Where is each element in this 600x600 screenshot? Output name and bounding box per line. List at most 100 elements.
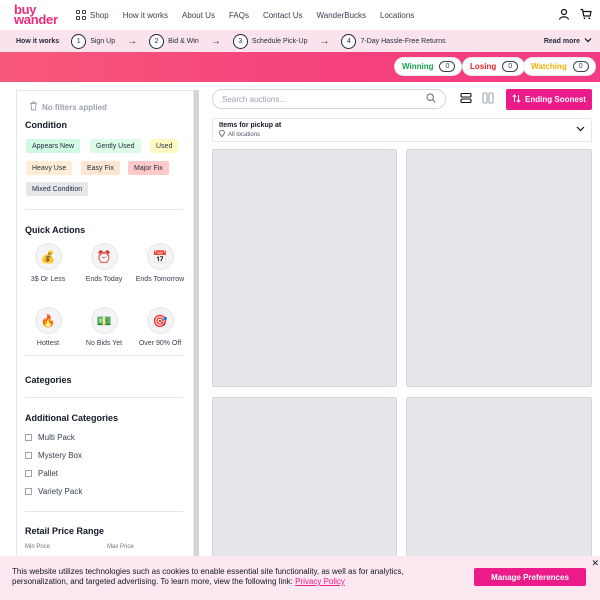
search-icon[interactable]	[426, 93, 436, 105]
chip-gently-used[interactable]: Gently Used	[90, 139, 141, 153]
sort-icon	[512, 94, 521, 105]
cookie-text-block: This website utilizes technologies such …	[12, 567, 452, 587]
read-more-label: Read more	[543, 37, 580, 45]
checkbox[interactable]	[25, 434, 32, 441]
shop-menu[interactable]: Shop	[76, 10, 109, 20]
nav-contact-us[interactable]: Contact Us	[263, 11, 303, 20]
checkbox[interactable]	[25, 452, 32, 459]
nav-how-it-works[interactable]: How it works	[123, 11, 168, 20]
trash-icon	[29, 101, 38, 113]
fire-icon: 🔥	[34, 307, 62, 334]
status-band: Winning 0 Losing 0 Watching 0	[0, 52, 600, 82]
checkbox-label: Multi Pack	[38, 433, 75, 442]
view-toggle	[455, 89, 499, 109]
checkbox[interactable]	[25, 470, 32, 477]
checkbox-label: Mystery Box	[38, 451, 83, 460]
arrow-right-icon: →	[319, 35, 330, 47]
auction-card-placeholder[interactable]	[212, 149, 397, 387]
step-number: 3	[232, 33, 248, 49]
how-it-works-title: How it works	[16, 37, 60, 45]
checkbox-pallet[interactable]: Pallet	[25, 469, 58, 478]
step-returns: 4 7-Day Hassle-Free Returns	[341, 33, 446, 49]
chip-mixed-condition[interactable]: Mixed Condition	[26, 182, 89, 196]
chip-easy-fix[interactable]: Easy Fix	[81, 161, 120, 175]
categories-title[interactable]: Categories	[25, 375, 72, 385]
target-icon: 🎯	[146, 307, 174, 334]
nav-wanderbucks[interactable]: WanderBucks	[317, 11, 367, 20]
divider	[25, 511, 183, 512]
how-it-works-bar: How it works 1 Sign Up → 2 Bid & Win → 3…	[0, 30, 600, 52]
quick-label: No Bids Yet	[85, 340, 123, 347]
auction-card-placeholder[interactable]	[212, 397, 397, 557]
retail-price-title: Retail Price Range	[25, 526, 105, 536]
quick-actions-title: Quick Actions	[25, 225, 86, 235]
quick-no-bids-yet[interactable]: 💵 No Bids Yet	[78, 307, 130, 349]
checkbox[interactable]	[25, 488, 32, 495]
min-price-label: Min Price	[25, 544, 51, 550]
alarm-clock-icon: ⏰	[90, 243, 118, 270]
watching-label: Watching	[531, 62, 567, 71]
losing-pill[interactable]: Losing 0	[462, 57, 526, 76]
money-bag-icon: 💰	[34, 243, 62, 270]
step-label: Bid & Win	[168, 37, 199, 45]
step-schedule-pickup: 3 Schedule Pick-Up	[232, 33, 307, 49]
chip-heavy-use[interactable]: Heavy Use	[26, 161, 73, 175]
privacy-policy-link[interactable]: Privacy Policy	[295, 577, 345, 586]
chip-major-fix[interactable]: Major Fix	[128, 161, 169, 175]
sidebar-scrollbar[interactable]	[194, 90, 199, 560]
checkbox-variety-pack[interactable]: Variety Pack	[25, 487, 82, 496]
arrow-right-icon: →	[127, 35, 138, 47]
divider	[25, 209, 183, 210]
auction-card-placeholder[interactable]	[406, 397, 592, 557]
auction-card-placeholder[interactable]	[406, 149, 592, 387]
checkbox-mystery-box[interactable]: Mystery Box	[25, 451, 82, 460]
chevron-down-icon	[584, 37, 592, 45]
quick-over-90-off[interactable]: 🎯 Over 90% Off	[134, 307, 186, 349]
arrow-right-icon: →	[210, 35, 221, 47]
winning-label: Winning	[402, 62, 434, 71]
condition-title: Condition	[25, 120, 67, 130]
list-view-icon[interactable]	[460, 92, 472, 106]
shop-label: Shop	[90, 10, 109, 20]
close-icon[interactable]: ✕	[591, 558, 599, 569]
grid-view-icon[interactable]	[482, 92, 494, 106]
max-price-label: Max Price	[107, 544, 134, 550]
chip-used[interactable]: Used	[150, 139, 179, 153]
step-sign-up: 1 Sign Up	[71, 33, 115, 49]
read-more-link[interactable]: Read more	[544, 37, 592, 45]
checkbox-multi-pack[interactable]: Multi Pack	[25, 433, 75, 442]
quick-label: Ends Tomorrow	[135, 276, 185, 283]
watching-pill[interactable]: Watching 0	[523, 57, 596, 76]
logo[interactable]: buy wander	[14, 3, 62, 26]
quick-3-or-less[interactable]: 💰 3$ Or Less	[22, 243, 74, 285]
step-label: 7-Day Hassle-Free Returns	[360, 37, 446, 45]
winning-count: 0	[439, 61, 456, 72]
quick-ends-tomorrow[interactable]: 📅 Ends Tomorrow	[134, 243, 186, 285]
divider	[25, 355, 183, 356]
cart-icon[interactable]	[580, 8, 592, 22]
winning-pill[interactable]: Winning 0	[394, 57, 463, 76]
nav-about-us[interactable]: About Us	[182, 11, 215, 20]
sort-label: Ending Soonest	[525, 95, 586, 104]
no-filters-label: No filters applied	[42, 102, 107, 112]
nav-locations[interactable]: Locations	[380, 11, 414, 20]
step-number: 4	[341, 33, 357, 49]
chip-appears-new[interactable]: Appears New	[26, 139, 81, 153]
chevron-down-icon	[576, 125, 585, 134]
nav-faqs[interactable]: FAQs	[229, 11, 249, 20]
step-number: 1	[71, 33, 87, 49]
sort-button[interactable]: Ending Soonest	[506, 89, 592, 110]
step-bid-win: 2 Bid & Win	[149, 33, 199, 49]
quick-ends-today[interactable]: ⏰ Ends Today	[78, 243, 130, 285]
losing-count: 0	[502, 61, 519, 72]
manage-preferences-button[interactable]: Manage Preferences	[474, 568, 586, 586]
watching-count: 0	[572, 61, 589, 72]
pickup-location-select[interactable]: Items for pickup at All locations	[212, 118, 592, 142]
user-icon[interactable]	[558, 8, 570, 22]
quick-hottest[interactable]: 🔥 Hottest	[22, 307, 74, 349]
no-filters-indicator[interactable]: No filters applied	[29, 101, 107, 113]
step-number: 2	[149, 33, 165, 49]
quick-label: 3$ Or Less	[30, 276, 66, 283]
quick-label: Over 90% Off	[138, 340, 182, 347]
search-input[interactable]: Search auctions...	[212, 89, 446, 109]
